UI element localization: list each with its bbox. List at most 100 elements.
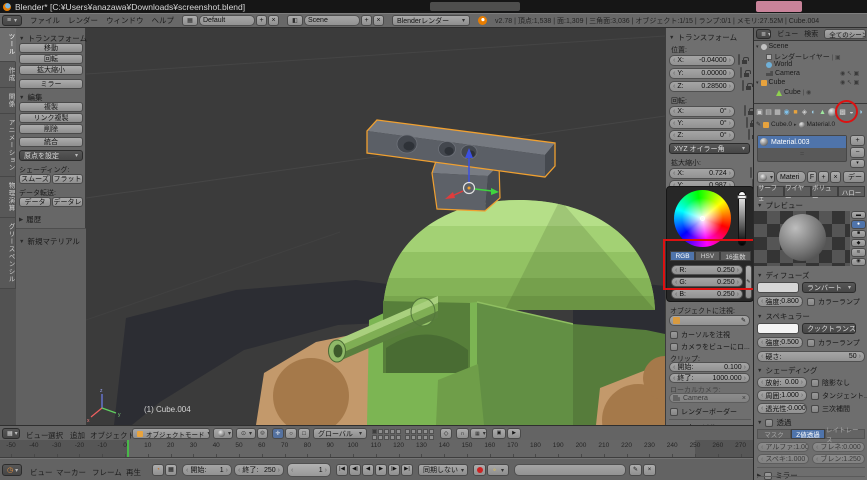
timeline-editor-type-menu[interactable]: ◷ [2,464,22,476]
render-border-checkbox[interactable]: レンダーボーダー [670,407,737,417]
manipulator-scale-button[interactable]: □ [298,428,310,439]
panel-header-redo[interactable]: ▼新規マテリアル [19,236,80,247]
picker-r-field[interactable]: R:0.250 [671,265,743,275]
tab-constraints-icon[interactable]: ◈ [800,108,809,116]
eyedropper-button[interactable]: ✎ [745,265,752,299]
lock-camera-checkbox[interactable]: カメラをビューにロ... [670,342,750,352]
tab-particles-icon[interactable]: ◒ [847,109,856,116]
loc-x-field[interactable]: X:-0.04000 [669,55,735,66]
mode-dropdown[interactable]: オブジェクトモード [132,428,210,439]
snap-element-dropdown[interactable]: ▦ [470,428,487,439]
screen-layout-field[interactable]: Default [199,15,255,26]
data-layout-transfer-button[interactable]: データレ [52,197,83,207]
opengl-render-anim-button[interactable]: ▶ [507,428,521,439]
lock-icon[interactable] [744,105,746,116]
outliner-row-world[interactable]: World [766,61,792,68]
outliner-row-scene[interactable]: ▾Scene [756,43,788,50]
tab-material-icon[interactable] [827,108,838,117]
pin-icon[interactable]: ✎ [756,121,761,128]
tab-data-icon[interactable]: ▲ [818,109,827,116]
clip-start-field[interactable]: 開始:0.100 [669,362,750,372]
picker-tab-rgb[interactable]: RGB [670,251,695,261]
lock-icon[interactable] [750,167,752,178]
timeline-menu-marker[interactable]: マーカー [56,467,86,478]
rotation-mode-dropdown[interactable]: XYZ オイラー角 [669,143,750,154]
data-transfer-button[interactable]: データ [19,197,51,207]
transp-tab-mask[interactable]: マスク [757,429,791,439]
rotate-button[interactable]: 回転 [19,54,83,64]
shelf-tab-grease-pencil[interactable]: グリースペンシル [0,218,16,289]
outliner-menu-search[interactable]: 検索 [804,29,818,39]
tangent-checkbox[interactable]: タンジェント... [811,391,867,401]
shelf-tab-relations[interactable]: 関係 [0,88,16,114]
preview-monkey-button[interactable]: ◆ [851,239,866,247]
panel-header-transform-n[interactable]: ▼トランスフォーム [669,32,737,43]
sync-dropdown[interactable]: 同期しない [418,464,468,476]
delete-button[interactable]: 削除 [19,124,83,134]
lock-object-field[interactable]: ✎ [669,315,750,326]
scene-icon[interactable]: ◧ [287,15,303,26]
tab-physics-icon[interactable]: ◑ [856,109,865,116]
play-button[interactable]: ▶ [375,464,387,476]
translucency-field[interactable]: 透光性:0.000 [757,403,807,414]
delete-layout-button[interactable]: × [268,15,279,26]
specular-ramp-checkbox[interactable]: カラーランプ [807,338,860,348]
outliner-editor-icon[interactable]: ≣ [756,29,771,39]
clip-end-field[interactable]: 終了:1000.000 [669,373,750,383]
prev-keyframe-button[interactable]: ◀| [349,464,361,476]
alpha-slider[interactable]: アルファ:1.000 [757,442,809,452]
jump-to-end-button[interactable]: ▶| [401,464,413,476]
duplicate-linked-button[interactable]: リンク複製 [19,113,83,123]
material-slot-item[interactable]: Material.003 [758,136,846,148]
breadcrumb-object[interactable]: Cube.0 [771,121,792,128]
shading-mode-dropdown[interactable] [213,428,233,439]
remove-slot-button[interactable]: − [850,147,865,158]
play-reverse-button[interactable]: ◀ [362,464,374,476]
outliner-row-cube-data[interactable]: Cube| ◉ [776,89,811,96]
timeline-menu-playback[interactable]: 再生 [126,467,141,478]
outliner-menu-view[interactable]: ビュー [777,29,798,39]
list-resize-grip[interactable]: = [758,148,846,160]
menu-render[interactable]: レンダー [68,15,98,26]
picker-b-field[interactable]: B:0.250 [671,289,743,299]
pivot-align-toggle[interactable]: ◎ [257,428,268,439]
type-tab-wire[interactable]: ワイヤー [784,186,811,197]
material-data-dropdown[interactable]: デー [843,171,865,183]
specular-color-swatch[interactable] [757,323,799,334]
type-tab-surface[interactable]: サーフェ [757,186,784,197]
tab-modifiers-icon[interactable]: ◐ [809,109,818,116]
fresnel-field[interactable]: フレネ:0.000 [812,442,865,452]
timeline-menu-view[interactable]: ビュー [30,467,53,478]
lock-icon[interactable] [740,67,742,78]
value-slider[interactable] [738,191,746,246]
manipulator-translate-button[interactable]: ✛ [272,428,284,439]
lock-icon[interactable] [746,117,748,128]
delete-keyframe-button[interactable]: × [643,464,656,476]
lock-icon[interactable] [742,80,744,91]
manipulator-rotate-button[interactable]: ○ [285,428,297,439]
panel-header-history[interactable]: ▶履歴 [19,214,41,225]
diffuse-shader-dropdown[interactable]: ランバート [802,282,856,293]
lock-icon[interactable] [748,129,750,140]
preview-flat-button[interactable]: ▬ [851,211,866,219]
pivot-dropdown[interactable]: ⊙ [236,428,256,439]
tab-object-icon[interactable]: ■ [791,109,800,116]
join-button[interactable]: 統合 [19,137,83,147]
picker-tab-hsv[interactable]: HSV [695,251,720,261]
loc-y-field[interactable]: Y:0.00000 [669,68,735,79]
layers-grid-1[interactable] [372,429,401,440]
transparency-checkbox[interactable] [765,419,773,427]
render-engine-select[interactable]: Blenderレンダー [392,15,470,26]
opengl-render-button[interactable]: ▣ [492,428,506,439]
value-slider-handle[interactable] [737,195,747,199]
diffuse-color-swatch[interactable] [757,282,799,293]
ambient-field[interactable]: 周囲:1.000 [757,390,807,401]
shade-smooth-button[interactable]: スムーズ [19,174,51,184]
preview-hair-button[interactable]: ≋ [851,248,866,256]
outliner-row-camera[interactable]: Camera [766,70,800,77]
specular-intensity-slider[interactable]: 強度:0.500 [757,337,803,348]
move-button[interactable]: 移動 [19,43,83,53]
current-frame-field[interactable]: 1 [287,463,331,477]
screen-layout-icon[interactable]: ▦ [182,15,198,26]
keying-set-menu[interactable]: ⚬ [487,464,509,476]
